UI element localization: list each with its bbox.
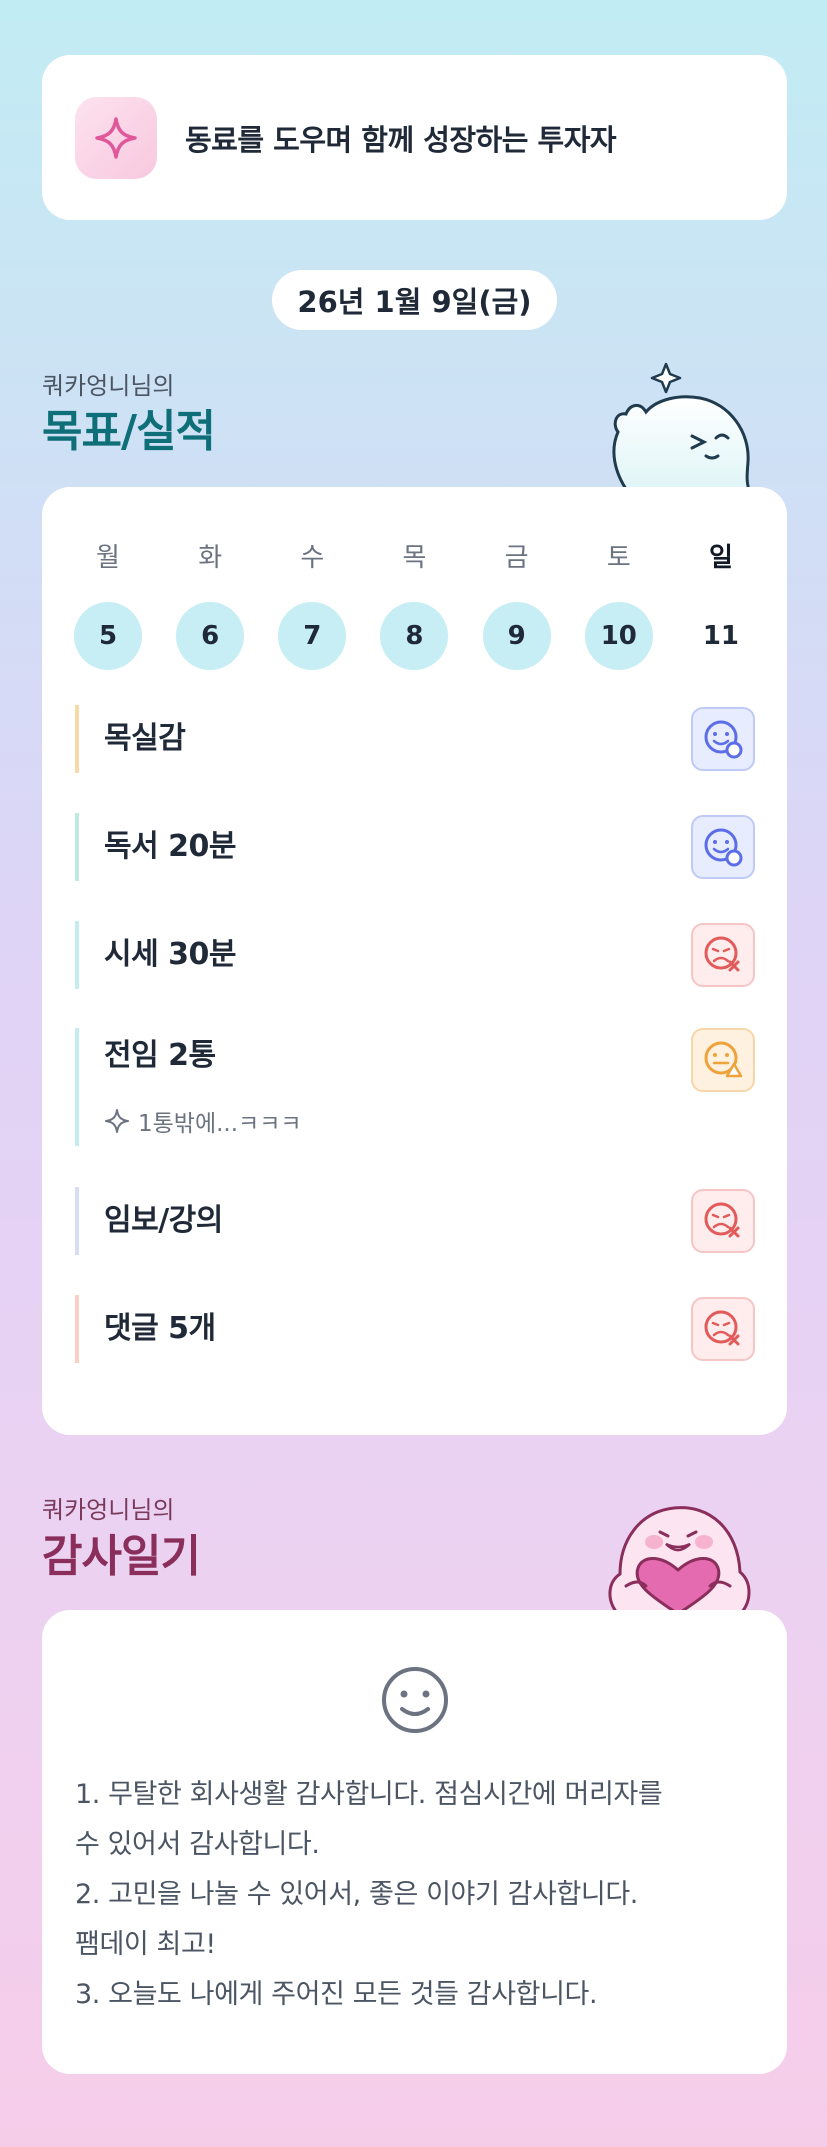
status-bad-icon[interactable] — [691, 1297, 755, 1361]
calendar-day[interactable]: 11 — [687, 602, 755, 670]
goal-item[interactable]: 목실감 — [75, 705, 755, 773]
motto-banner: 동료를 도우며 함께 성장하는 투자자 — [42, 55, 787, 220]
gratitude-diary-text: 1. 무탈한 회사생활 감사합니다. 점심시간에 머리자를 수 있어서 감사합니… — [75, 1770, 765, 2020]
goal-name: 시세 30분 — [104, 937, 237, 972]
calendar-day[interactable]: 7 — [278, 602, 347, 670]
weekday-label: 일 — [708, 543, 733, 573]
diary-line: 2. 고민을 나눌 수 있어서, 좋은 이야기 감사합니다. — [75, 1879, 638, 1910]
diary-line: 1. 무탈한 회사생활 감사합니다. 점심시간에 머리자를 — [75, 1779, 663, 1810]
diary-line: 3. 오늘도 나에게 주어진 모든 것들 감사합니다. — [75, 1979, 598, 2010]
diary-line: 수 있어서 감사합니다. — [75, 1829, 320, 1860]
sparkle-icon — [105, 1109, 129, 1133]
diary-line: 팸데이 최고! — [75, 1929, 216, 1960]
sparkle-icon — [75, 96, 157, 179]
calendar-day[interactable]: 10 — [584, 602, 653, 670]
status-good-icon[interactable] — [691, 707, 755, 771]
motto-text: 동료를 도우며 함께 성장하는 투자자 — [185, 122, 617, 157]
weekday-label: 수 — [300, 543, 325, 573]
calendar-day[interactable]: 9 — [482, 602, 551, 670]
thanks-title: 감사일기 — [42, 1531, 201, 1582]
goal-name: 독서 20분 — [104, 829, 237, 864]
weekday-label: 토 — [606, 543, 631, 573]
goal-name: 댓글 5개 — [104, 1311, 216, 1346]
goal-item[interactable]: 독서 20분 — [75, 813, 755, 881]
status-good-icon[interactable] — [691, 815, 755, 879]
goal-name: 임보/강의 — [104, 1203, 223, 1238]
weekday-label: 월 — [96, 543, 120, 573]
smile-icon — [382, 1667, 448, 1733]
ghost-mascot-image — [612, 362, 752, 492]
gratitude-diary-card: 1. 무탈한 회사생활 감사합니다. 점심시간에 머리자를 수 있어서 감사합니… — [42, 1610, 787, 2074]
weekday-label: 금 — [504, 543, 529, 573]
goal-item[interactable]: 시세 30분 — [75, 921, 755, 989]
goal-item[interactable]: 전임 2통 1통밖에...ㅋㅋㅋ — [75, 1028, 755, 1146]
calendar-day[interactable]: 8 — [380, 602, 449, 670]
goals-card: 월 화 수 목 금 토 일 5 6 7 8 9 10 11 목실감 독서 20분 — [42, 487, 787, 1435]
status-warn-icon[interactable] — [691, 1028, 755, 1092]
calendar-day[interactable]: 6 — [176, 602, 245, 670]
status-bad-icon[interactable] — [691, 923, 755, 987]
goal-name: 목실감 — [104, 721, 186, 756]
week-calendar: 월 화 수 목 금 토 일 5 6 7 8 9 10 11 — [74, 537, 755, 670]
date-selector[interactable]: 26년 1월 9일(금) — [272, 270, 557, 330]
goal-name: 전임 2통 — [104, 1038, 216, 1073]
goal-note: 1통밖에...ㅋㅋㅋ — [104, 1104, 755, 1138]
weekday-label: 화 — [198, 543, 223, 573]
goal-item[interactable]: 임보/강의 — [75, 1187, 755, 1255]
heart-mascot-image — [608, 1506, 751, 1614]
goal-item[interactable]: 댓글 5개 — [75, 1295, 755, 1363]
weekday-label: 목 — [402, 543, 427, 573]
calendar-day[interactable]: 5 — [74, 602, 142, 670]
status-bad-icon[interactable] — [691, 1189, 755, 1253]
goals-title: 목표/실적 — [42, 406, 216, 457]
goal-note-text: 1통밖에...ㅋㅋㅋ — [138, 1111, 302, 1137]
